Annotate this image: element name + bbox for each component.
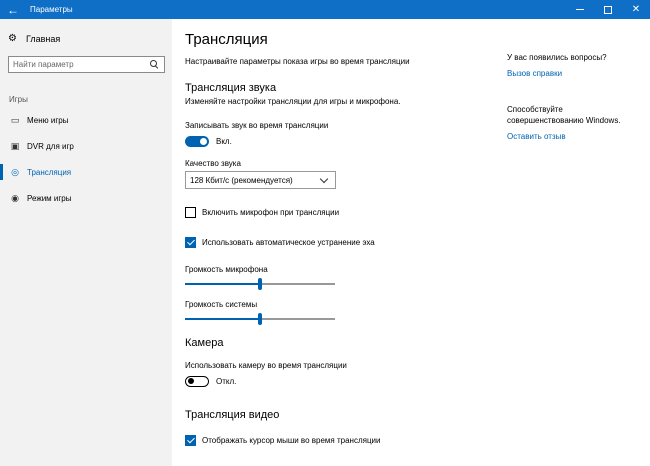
system-volume-label: Громкость системы — [185, 300, 258, 309]
close-button[interactable]: ✕ — [622, 0, 650, 19]
title-bar: ← Параметры ✕ — [0, 0, 650, 19]
audio-quality-value: 128 Кбит/с (рекомендуется) — [190, 175, 293, 185]
mic-checkbox-label: Включить микрофон при трансляции — [202, 208, 340, 217]
use-camera-toggle[interactable] — [185, 376, 209, 387]
sidebar-item-label: Меню игры — [27, 115, 69, 125]
slider-fill — [185, 318, 260, 320]
nav-home[interactable]: ⚙ Главная — [8, 33, 60, 44]
dvr-icon: ▣ — [10, 140, 20, 151]
feedback-link[interactable]: Оставить отзыв — [507, 132, 647, 141]
search-icon — [150, 59, 160, 70]
maximize-icon — [604, 5, 612, 14]
sidebar-item-game-bar[interactable]: ▭ Меню игры — [0, 108, 172, 132]
mic-checkbox-row[interactable]: Включить микрофон при трансляции — [185, 207, 339, 218]
search-input[interactable]: Найти параметр — [8, 56, 165, 73]
mic-checkbox[interactable] — [185, 207, 196, 218]
sidebar-item-label: DVR для игр — [27, 141, 74, 151]
improve-text: Способствуйте совершенствованию Windows. — [507, 105, 621, 125]
use-camera-toggle-row: Откл. — [185, 376, 236, 387]
camera-section-title: Камера — [185, 337, 224, 349]
audio-quality-dropdown[interactable]: 128 Кбит/с (рекомендуется) — [185, 171, 336, 189]
page-subtitle: Настраивайте параметры показа игры во вр… — [185, 57, 410, 66]
minimize-icon — [576, 9, 584, 10]
chevron-down-icon — [319, 174, 329, 183]
help-question: У вас появились вопросы? — [507, 53, 607, 62]
sidebar-item-broadcasting[interactable]: ◎ Трансляция — [0, 160, 172, 184]
gear-icon: ⚙ — [8, 33, 17, 44]
window-title: Параметры — [30, 5, 73, 14]
mic-volume-label: Громкость микрофона — [185, 265, 268, 274]
echo-checkbox-label: Использовать автоматическое устранение э… — [202, 238, 375, 247]
echo-checkbox-row[interactable]: Использовать автоматическое устранение э… — [185, 237, 375, 248]
minimize-button[interactable] — [566, 0, 594, 19]
slider-thumb[interactable] — [258, 278, 262, 290]
search-placeholder: Найти параметр — [13, 60, 74, 69]
sidebar-item-label: Режим игры — [27, 193, 72, 203]
slider-thumb[interactable] — [258, 313, 262, 325]
main-content: Трансляция Настраивайте параметры показа… — [172, 19, 650, 466]
mic-volume-slider[interactable] — [185, 278, 335, 290]
cursor-checkbox[interactable] — [185, 435, 196, 446]
game-bar-icon: ▭ — [10, 114, 20, 125]
system-volume-slider[interactable] — [185, 313, 335, 325]
sidebar-item-game-mode[interactable]: ◉ Режим игры — [0, 186, 172, 210]
arrow-left-icon: ← — [7, 2, 19, 17]
sidebar-group-label: Игры — [9, 95, 28, 104]
maximize-button[interactable] — [594, 0, 622, 19]
cursor-checkbox-label: Отображать курсор мыши во время трансляц… — [202, 436, 381, 445]
slider-fill — [185, 283, 260, 285]
record-audio-toggle-row: Вкл. — [185, 136, 232, 147]
audio-quality-label: Качество звука — [185, 159, 241, 168]
use-camera-label: Использовать камеру во время трансляции — [185, 361, 347, 370]
page-title: Трансляция — [185, 31, 268, 48]
sidebar-item-dvr[interactable]: ▣ DVR для игр — [0, 134, 172, 158]
video-section-title: Трансляция видео — [185, 409, 280, 421]
audio-section-title: Трансляция звука — [185, 82, 277, 94]
game-mode-icon: ◉ — [11, 192, 19, 203]
help-link[interactable]: Вызов справки — [507, 69, 647, 78]
audio-section-description: Изменяйте настройки трансляции для игры … — [185, 97, 401, 106]
record-audio-label: Записывать звук во время трансляции — [185, 121, 329, 130]
sidebar: ⚙ Главная Найти параметр Игры ▭ Меню игр… — [0, 19, 172, 466]
record-audio-toggle[interactable] — [185, 136, 209, 147]
close-icon: ✕ — [631, 4, 641, 15]
use-camera-state: Откл. — [216, 377, 237, 386]
window-controls: ✕ — [566, 0, 650, 19]
broadcast-icon: ◎ — [11, 166, 19, 177]
back-button[interactable]: ← — [0, 0, 26, 19]
nav-home-label: Главная — [26, 33, 61, 44]
sidebar-item-label: Трансляция — [27, 167, 72, 177]
cursor-checkbox-row[interactable]: Отображать курсор мыши во время трансляц… — [185, 435, 380, 446]
record-audio-state: Вкл. — [216, 137, 232, 146]
echo-checkbox[interactable] — [185, 237, 196, 248]
